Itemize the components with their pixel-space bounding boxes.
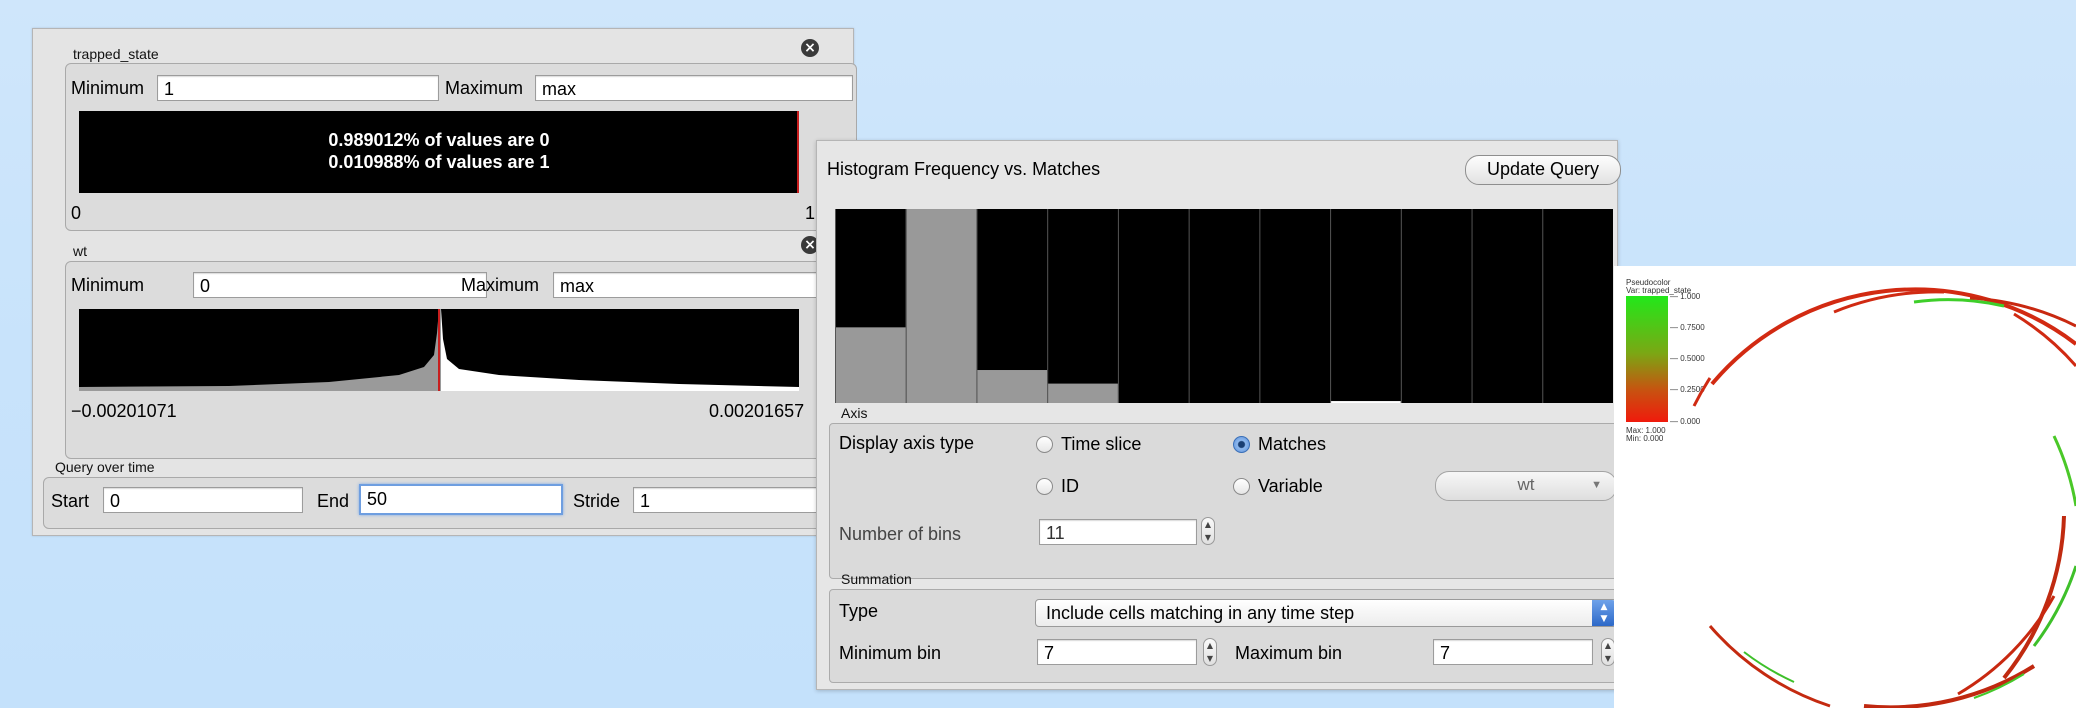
wt-min-input[interactable]: 0 xyxy=(193,272,487,298)
max-bin-label: Maximum bin xyxy=(1235,643,1343,663)
start-label: Start xyxy=(51,491,90,511)
summation-section-title: Summation xyxy=(841,571,912,587)
radio-id-label: ID xyxy=(1061,476,1079,496)
histogram-bin-7[interactable] xyxy=(1330,401,1401,403)
number-of-bins-input[interactable]: 11 xyxy=(1039,519,1197,545)
wt-max-input[interactable]: max xyxy=(553,272,853,298)
radio-variable[interactable] xyxy=(1233,478,1250,495)
histogram-bin-divider xyxy=(1188,209,1190,403)
histogram-bin-divider xyxy=(905,209,907,403)
min-bin-label: Minimum bin xyxy=(839,643,942,663)
render-view[interactable]: Pseudocolor Var: trapped_state — 1.000 —… xyxy=(1614,266,2076,708)
min-bin-stepper[interactable]: ▲ ▼ xyxy=(1203,638,1217,666)
type-label: Type xyxy=(839,601,879,621)
trapped-state-title: trapped_state xyxy=(73,46,159,62)
chevron-down-icon: ▼ xyxy=(1591,479,1602,491)
trapped-min-label: Minimum xyxy=(71,78,145,98)
radio-id[interactable] xyxy=(1036,478,1053,495)
wt-distribution xyxy=(79,309,799,391)
max-bin-stepper[interactable]: ▲ ▼ xyxy=(1601,638,1615,666)
wt-min-label: Minimum xyxy=(71,275,145,295)
updown-icon: ▲ ▼ xyxy=(1592,600,1616,626)
histogram-bin-0[interactable] xyxy=(835,327,906,403)
histogram-panel: Histogram Frequency vs. Matches Update Q… xyxy=(816,140,1625,690)
wt-max-label: Maximum xyxy=(461,275,540,295)
max-bin-input[interactable]: 7 xyxy=(1433,639,1593,665)
display-axis-type-label: Display axis type xyxy=(839,433,975,453)
histogram-bin-divider xyxy=(1259,209,1261,403)
histogram-bin-divider xyxy=(1471,209,1473,403)
radio-matches-label: Matches xyxy=(1258,434,1327,454)
wt-title: wt xyxy=(73,243,87,259)
update-query-button[interactable]: Update Query xyxy=(1465,155,1621,185)
wt-range-low: −0.00201071 xyxy=(71,401,177,421)
ring-rendering xyxy=(1692,287,2076,708)
close-icon[interactable]: × xyxy=(801,39,819,57)
trapped-histogram[interactable]: 0.989012% of values are 0 0.010988% of v… xyxy=(79,111,799,193)
end-input[interactable]: 50 xyxy=(359,484,563,515)
histogram-bin-divider xyxy=(1047,209,1049,403)
number-of-bins-label: Number of bins xyxy=(839,524,962,544)
histogram-bin-1[interactable] xyxy=(905,209,977,403)
start-input[interactable]: 0 xyxy=(103,487,303,513)
end-label: End xyxy=(317,491,350,511)
histogram-title: Histogram Frequency vs. Matches xyxy=(827,159,1101,179)
histogram-bin-divider xyxy=(1330,209,1332,403)
histogram-bin-divider xyxy=(1400,209,1402,403)
trapped-max-label: Maximum xyxy=(445,78,524,98)
radio-variable-label: Variable xyxy=(1258,476,1323,496)
trapped-max-input[interactable]: max xyxy=(535,75,853,101)
radio-time-slice[interactable] xyxy=(1036,436,1053,453)
query-over-time-title: Query over time xyxy=(55,459,155,475)
histogram-bin-2[interactable] xyxy=(976,370,1048,403)
histogram-bin-divider xyxy=(976,209,978,403)
bins-stepper[interactable]: ▲ ▼ xyxy=(1201,517,1215,545)
matches-histogram[interactable] xyxy=(835,209,1613,403)
stride-label: Stride xyxy=(573,491,621,511)
wt-range-high: 0.00201657 xyxy=(709,401,805,421)
histogram-bin-divider xyxy=(1542,209,1544,403)
query-panel: trapped_state × Minimum 1 Maximum max 0.… xyxy=(32,28,857,536)
trapped-msg-2: 0.010988% of values are 1 xyxy=(328,152,550,172)
type-combo[interactable]: Include cells matching in any time step … xyxy=(1035,599,1617,627)
wt-histogram[interactable] xyxy=(79,309,799,391)
trapped-msg-1: 0.989012% of values are 0 xyxy=(328,130,550,150)
type-combo-value: Include cells matching in any time step xyxy=(1046,603,1355,623)
histogram-bin-3[interactable] xyxy=(1047,383,1118,403)
histogram-bins xyxy=(835,209,1544,403)
variable-select-value: wt xyxy=(1517,475,1535,494)
min-bin-input[interactable]: 7 xyxy=(1037,639,1197,665)
axis-section-title: Axis xyxy=(841,405,868,421)
radio-time-slice-label: Time slice xyxy=(1061,434,1142,454)
trapped-min-input[interactable]: 1 xyxy=(157,75,439,101)
trapped-range-high: 1 xyxy=(805,203,816,223)
trapped-range-low: 0 xyxy=(71,203,82,223)
histogram-bin-divider xyxy=(835,209,836,403)
variable-select[interactable]: wt ▼ xyxy=(1435,471,1617,501)
histogram-bin-divider xyxy=(1117,209,1119,403)
radio-matches[interactable] xyxy=(1233,436,1250,453)
